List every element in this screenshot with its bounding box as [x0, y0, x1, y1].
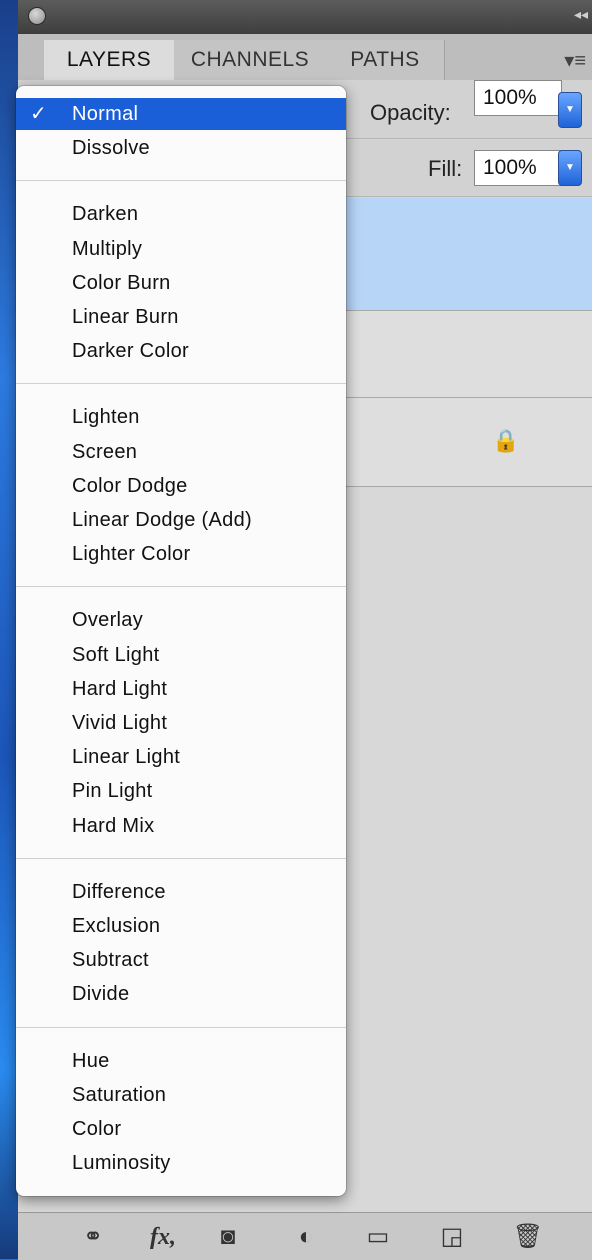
- blend-mode-option[interactable]: Vivid Light: [16, 707, 346, 739]
- fx-icon[interactable]: fx,: [138, 1222, 188, 1252]
- blend-mode-option[interactable]: Color Burn: [16, 267, 346, 299]
- fill-stepper[interactable]: ▼: [558, 150, 582, 186]
- close-panel-button[interactable]: [28, 7, 46, 25]
- panel-titlebar: ◂◂: [18, 0, 592, 34]
- menu-separator: [16, 383, 346, 385]
- collapse-icon[interactable]: ◂◂: [574, 6, 588, 23]
- menu-separator: [16, 857, 346, 859]
- blend-mode-option[interactable]: Lighter Color: [16, 538, 346, 570]
- checkmark-icon: ✓: [30, 103, 48, 125]
- tab-channels[interactable]: CHANNELS: [174, 40, 327, 80]
- panel-tabs: LAYERS CHANNELS PATHS ▾≡: [18, 34, 592, 81]
- fill-field[interactable]: 100%: [474, 150, 562, 186]
- link-layers-icon[interactable]: ⚭: [68, 1222, 118, 1252]
- menu-separator: [16, 1026, 346, 1028]
- panel-menu-icon[interactable]: ▾≡: [564, 48, 586, 73]
- blend-mode-option[interactable]: Subtract: [16, 944, 346, 976]
- tab-layers[interactable]: LAYERS: [44, 40, 175, 80]
- blend-mode-label: Normal: [72, 103, 139, 125]
- blend-mode-option[interactable]: Linear Light: [16, 741, 346, 773]
- blend-mode-option[interactable]: Soft Light: [16, 639, 346, 671]
- blend-mode-option[interactable]: Saturation: [16, 1079, 346, 1111]
- blend-mode-option[interactable]: Divide: [16, 978, 346, 1010]
- opacity-label: Opacity:: [370, 100, 451, 125]
- blend-mode-dropdown-menu: ✓ Normal Dissolve Darken Multiply Color Burn L…: [16, 86, 346, 1196]
- blend-mode-option[interactable]: ✓ Normal: [16, 98, 346, 130]
- blend-mode-option[interactable]: Overlay: [16, 604, 346, 636]
- new-group-icon[interactable]: ▭: [358, 1222, 398, 1252]
- blend-mode-option[interactable]: Luminosity: [16, 1147, 346, 1179]
- blend-mode-option[interactable]: Multiply: [16, 233, 346, 265]
- opacity-field[interactable]: 100%: [474, 80, 562, 116]
- blend-mode-option[interactable]: Linear Burn: [16, 301, 346, 333]
- blend-mode-option[interactable]: Darken: [16, 198, 346, 230]
- blend-mode-option[interactable]: Color Dodge: [16, 470, 346, 502]
- menu-separator: [16, 180, 346, 182]
- blend-mode-option[interactable]: Screen: [16, 436, 346, 468]
- blend-mode-option[interactable]: Pin Light: [16, 775, 346, 807]
- blend-mode-option[interactable]: Color: [16, 1113, 346, 1145]
- blend-mode-option[interactable]: Lighten: [16, 401, 346, 433]
- blend-mode-option[interactable]: Difference: [16, 876, 346, 908]
- tab-paths[interactable]: PATHS: [326, 40, 445, 80]
- adjustment-layer-icon[interactable]: ◐: [286, 1222, 326, 1252]
- panel-bottom-toolbar: ⚭ fx, ◙ ◐ ▭ ◲ 🗑: [18, 1212, 592, 1260]
- trash-icon[interactable]: 🗑: [508, 1222, 548, 1252]
- opacity-stepper[interactable]: ▼: [558, 92, 582, 128]
- lock-icon: 🔒: [492, 428, 520, 453]
- blend-mode-option[interactable]: Hue: [16, 1045, 346, 1077]
- add-mask-icon[interactable]: ◙: [208, 1222, 248, 1252]
- new-layer-icon[interactable]: ◲: [432, 1222, 472, 1252]
- blend-mode-option[interactable]: Darker Color: [16, 335, 346, 367]
- blend-mode-option[interactable]: Linear Dodge (Add): [16, 504, 346, 536]
- fill-label: Fill:: [428, 156, 463, 181]
- blend-mode-option[interactable]: Dissolve: [16, 132, 346, 164]
- blend-mode-option[interactable]: Hard Mix: [16, 810, 346, 842]
- menu-separator: [16, 586, 346, 588]
- blend-mode-option[interactable]: Exclusion: [16, 910, 346, 942]
- blend-mode-option[interactable]: Hard Light: [16, 673, 346, 705]
